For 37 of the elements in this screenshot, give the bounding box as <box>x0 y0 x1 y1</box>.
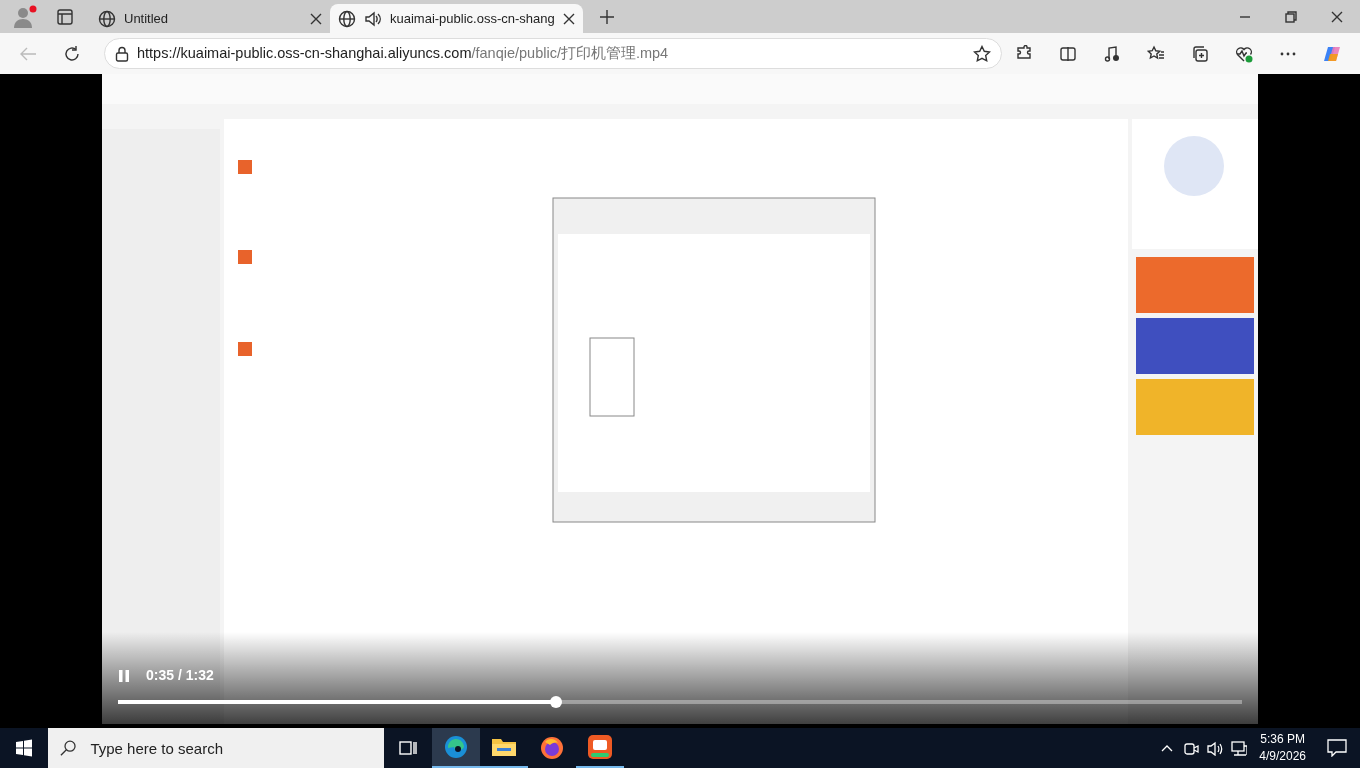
notifications-icon[interactable] <box>1327 739 1347 757</box>
lock-icon[interactable] <box>115 45 129 62</box>
browser-tab[interactable]: Untitled <box>90 4 330 33</box>
close-icon[interactable] <box>562 12 575 25</box>
restore-icon[interactable] <box>1285 10 1297 23</box>
clock[interactable]: 5:36 PM 4/9/2026 <box>1251 731 1314 765</box>
video-time: 0:35 / 1:32 <box>146 666 214 685</box>
music-icon[interactable] <box>1103 44 1121 63</box>
task-view-icon[interactable] <box>399 739 417 757</box>
search-icon <box>60 739 77 757</box>
favorite-icon[interactable] <box>973 44 991 63</box>
address-bar[interactable]: https://kuaimai-public.oss-cn-shanghai.aliyuncs.com/fanqie/public/打印机管理.mp4 <box>104 38 1002 69</box>
close-icon[interactable] <box>310 12 322 25</box>
health-icon[interactable] <box>1235 44 1253 63</box>
close-icon[interactable] <box>1331 10 1343 23</box>
profile-icon[interactable] <box>11 4 37 29</box>
refresh-icon[interactable] <box>63 44 81 63</box>
edge-icon[interactable] <box>443 734 469 760</box>
collections-icon[interactable] <box>1191 44 1209 63</box>
firefox-icon[interactable] <box>540 736 564 760</box>
tab-title: kuaimai-public.oss-cn-shang <box>390 9 555 28</box>
tab-title: Untitled <box>124 9 170 28</box>
network-icon[interactable] <box>1231 740 1248 756</box>
windows-start-icon[interactable] <box>15 739 33 757</box>
new-tab-icon[interactable] <box>598 8 615 25</box>
globe-icon <box>98 9 116 28</box>
globe-icon <box>338 9 356 28</box>
tab-actions-icon[interactable] <box>56 7 74 26</box>
folder-icon[interactable] <box>491 736 517 758</box>
camera-icon[interactable] <box>1183 740 1200 756</box>
copilot-icon[interactable] <box>1323 44 1341 63</box>
speaker-icon[interactable] <box>364 9 382 28</box>
browser-tab[interactable]: kuaimai-public.oss-cn-shang <box>330 4 583 33</box>
app-icon[interactable] <box>587 734 613 760</box>
split-screen-icon[interactable] <box>1059 44 1077 63</box>
pause-button[interactable] <box>118 668 130 683</box>
volume-icon[interactable] <box>1207 740 1224 756</box>
